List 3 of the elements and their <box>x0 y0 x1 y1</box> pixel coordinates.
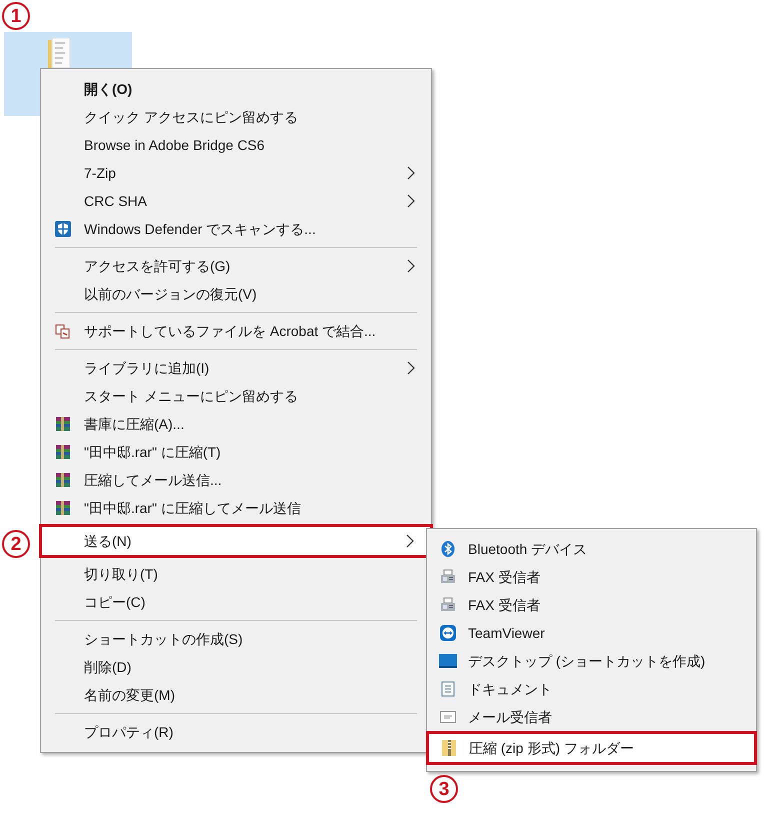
step-number: 1 <box>2 2 30 30</box>
step-number: 2 <box>2 530 30 558</box>
step-number: 3 <box>430 775 458 803</box>
